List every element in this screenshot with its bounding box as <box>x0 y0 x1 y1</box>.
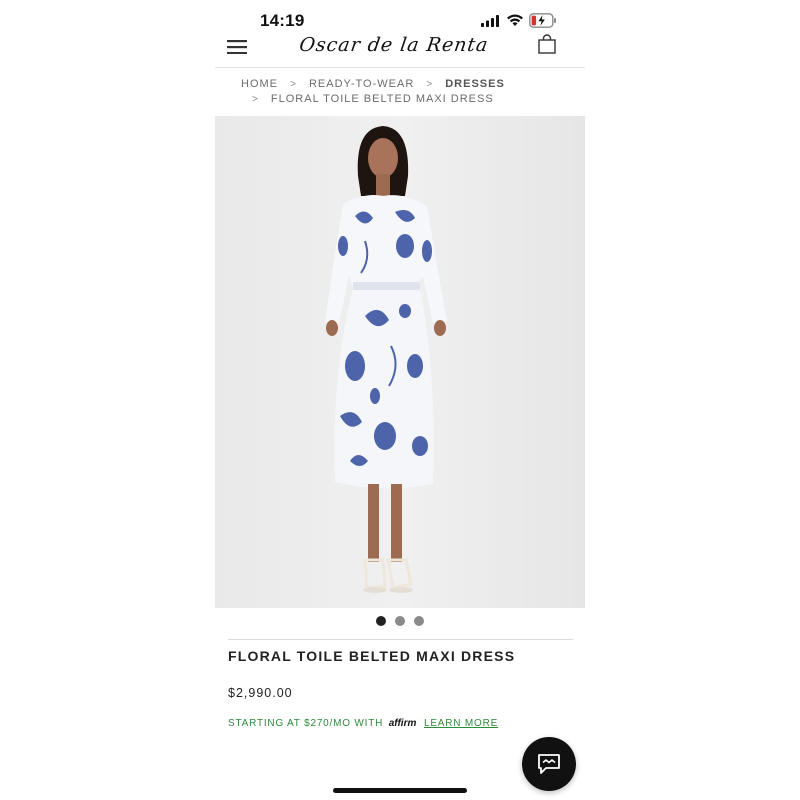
battery-charging-icon <box>529 13 556 28</box>
chat-button[interactable] <box>522 737 576 791</box>
shopping-bag-icon[interactable] <box>537 34 557 54</box>
phone-screen: 14:19 Oscar de la Renta HOME > READY-TO-… <box>215 0 585 800</box>
breadcrumb-home[interactable]: HOME <box>241 78 278 90</box>
affirm-logo: affirm <box>388 718 417 729</box>
product-title: FLORAL TOILE BELTED MAXI DRESS <box>228 648 516 664</box>
chat-icon <box>538 754 560 774</box>
learn-more-link[interactable]: LEARN MORE <box>424 718 498 729</box>
hamburger-menu-icon[interactable] <box>227 40 247 54</box>
breadcrumb-dresses[interactable]: DRESSES <box>445 78 505 90</box>
breadcrumb-separator: > <box>426 79 434 90</box>
product-price: $2,990.00 <box>228 686 293 700</box>
product-image[interactable] <box>215 116 585 608</box>
breadcrumb: HOME > READY-TO-WEAR > DRESSES > FLORAL … <box>241 77 561 107</box>
divider <box>228 639 573 640</box>
financing-message: STARTING AT $270/MO WITH affirm LEARN MO… <box>228 718 498 729</box>
model-wearing-dress-image <box>215 116 585 608</box>
image-carousel-dots <box>215 616 585 628</box>
site-header: Oscar de la Renta <box>215 28 585 68</box>
home-indicator <box>333 788 467 793</box>
breadcrumb-separator: > <box>290 79 297 90</box>
cellular-signal-icon <box>481 15 499 27</box>
financing-text: STARTING AT $270/MO WITH <box>228 718 384 729</box>
carousel-dot-3[interactable] <box>414 616 424 626</box>
carousel-dot-2[interactable] <box>395 616 405 626</box>
carousel-dot-1[interactable] <box>376 616 386 626</box>
brand-logo[interactable]: Oscar de la Renta <box>297 34 501 62</box>
breadcrumb-separator: > <box>252 94 259 105</box>
breadcrumb-current-product: FLORAL TOILE BELTED MAXI DRESS <box>270 93 494 105</box>
breadcrumb-ready-to-wear[interactable]: READY-TO-WEAR <box>309 78 414 90</box>
wifi-icon <box>507 14 523 26</box>
